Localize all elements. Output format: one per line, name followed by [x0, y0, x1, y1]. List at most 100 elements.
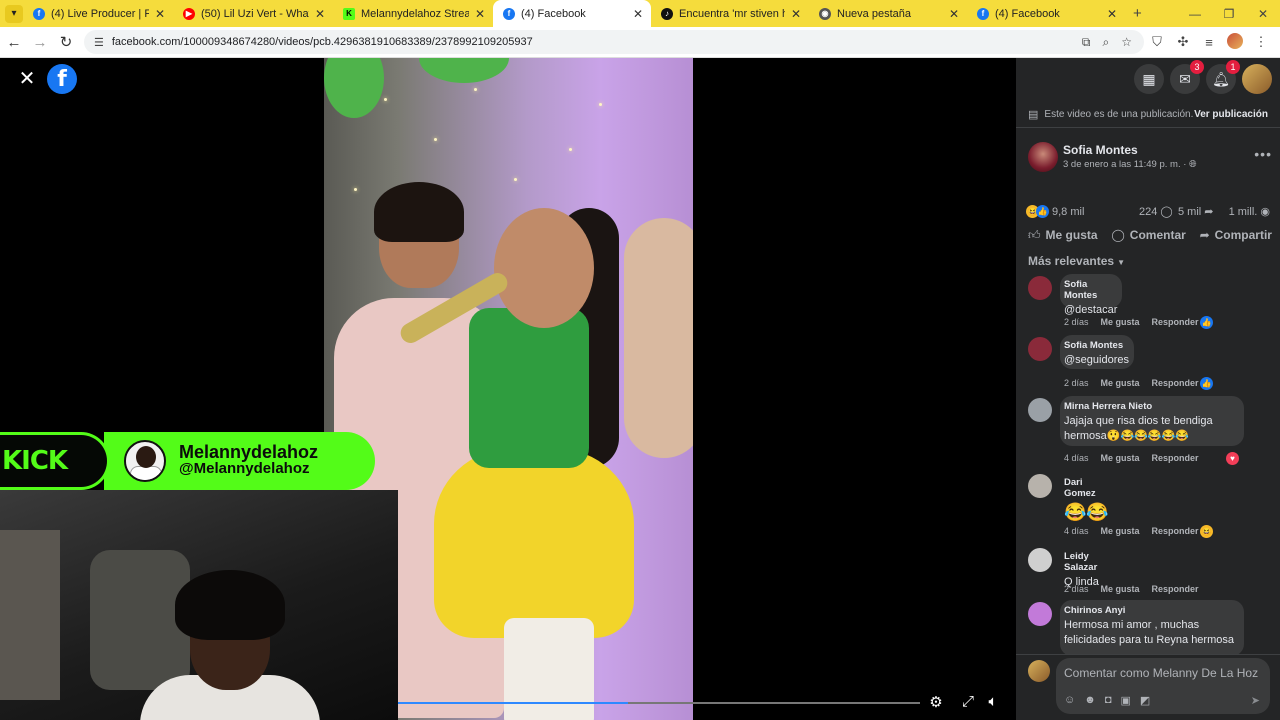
extensions-puzzle-icon[interactable]: ✣: [1170, 34, 1196, 50]
more-options-icon[interactable]: •••: [1254, 146, 1272, 162]
account-avatar[interactable]: [1242, 64, 1272, 94]
settings-gear-icon[interactable]: ⚙: [925, 693, 947, 711]
media-controls-icon[interactable]: ≡: [1196, 35, 1222, 50]
close-window-icon[interactable]: ✕: [1246, 7, 1280, 21]
close-tab-icon[interactable]: ✕: [315, 7, 325, 21]
facebook-logo-icon[interactable]: f: [47, 64, 77, 94]
commenter-avatar[interactable]: [1028, 602, 1052, 626]
comment-time[interactable]: 2 días: [1064, 378, 1089, 388]
comment-reply-button[interactable]: Responder: [1152, 317, 1199, 327]
install-app-icon[interactable]: ⧉: [1082, 35, 1091, 50]
sticker-icon[interactable]: ◩: [1140, 694, 1150, 707]
post-date[interactable]: 3 de enero a las 11:49 p. m. · 🌐︎: [1063, 159, 1197, 170]
comment-time[interactable]: 4 días: [1064, 526, 1089, 536]
comment-count[interactable]: 224 ◯: [1139, 205, 1173, 218]
fullscreen-icon[interactable]: ⤢: [957, 693, 979, 710]
volume-icon[interactable]: 🔈︎: [982, 693, 1004, 710]
comment-time[interactable]: 4 días: [1064, 453, 1089, 463]
like-button[interactable]: 👍︎ Me gusta: [1028, 228, 1098, 246]
tab-search-button[interactable]: ▾: [5, 4, 23, 23]
comment-like-button[interactable]: Me gusta: [1101, 317, 1140, 327]
comment-like-button[interactable]: Me gusta: [1101, 526, 1140, 536]
menu-grid-icon[interactable]: ▦: [1134, 64, 1164, 94]
forward-arrow-icon[interactable]: →: [28, 34, 52, 51]
comment-reply-button[interactable]: Responder: [1152, 453, 1199, 463]
close-tab-icon[interactable]: ✕: [1107, 7, 1117, 21]
girl-head: [494, 208, 594, 328]
close-tab-icon[interactable]: ✕: [155, 7, 165, 21]
share-button[interactable]: ➦ Compartir: [1200, 228, 1272, 246]
author-avatar[interactable]: [1028, 142, 1058, 172]
comment-like-button[interactable]: Me gusta: [1101, 584, 1140, 594]
close-tab-icon[interactable]: ✕: [633, 7, 643, 21]
commenter-name[interactable]: Sofia Montes: [1064, 340, 1125, 351]
minimize-icon[interactable]: —: [1178, 7, 1212, 21]
commenter-name[interactable]: Leidy Salazar: [1064, 551, 1123, 573]
commenter-avatar[interactable]: [1028, 474, 1052, 498]
camera-icon[interactable]: ◘: [1105, 694, 1112, 707]
restore-icon[interactable]: ❐: [1212, 7, 1246, 21]
back-arrow-icon[interactable]: ←: [2, 34, 26, 51]
reactions-summary[interactable]: 😆👍 9,8 mil: [1026, 205, 1084, 218]
emoji-icon[interactable]: ☻: [1084, 694, 1096, 707]
commenter-avatar[interactable]: [1028, 276, 1052, 300]
browser-tab[interactable]: K Melannydelahoz Stream - Watch ✕: [333, 0, 493, 27]
commenter-avatar[interactable]: [1028, 398, 1052, 422]
comment-input[interactable]: Comentar como Melanny De La Hoz ☺ ☻ ◘ ▣ …: [1056, 658, 1270, 714]
send-icon[interactable]: ➤: [1251, 694, 1260, 707]
tab-title: Nueva pestaña: [837, 7, 911, 20]
commenter-avatar[interactable]: [1028, 337, 1052, 361]
bell-icon[interactable]: 🔔︎ 1: [1206, 60, 1240, 94]
view-post-link[interactable]: Ver publicación: [1194, 109, 1268, 120]
commenter-avatar[interactable]: [1028, 548, 1052, 572]
profile-avatar[interactable]: [1222, 32, 1248, 52]
avatar-sticker-icon[interactable]: ☺: [1064, 694, 1075, 707]
post-author: Sofia Montes 3 de enero a las 11:49 p. m…: [1028, 142, 1272, 174]
shield-icon[interactable]: ⛉: [1144, 34, 1170, 50]
close-tab-icon[interactable]: ✕: [949, 7, 959, 21]
url-text[interactable]: facebook.com/100009348674280/videos/pcb.…: [112, 36, 1082, 48]
kick-streamer-banner: Melannydelahoz @Melannydelahoz KICK: [0, 432, 375, 490]
address-bar[interactable]: ☰ facebook.com/100009348674280/videos/pc…: [84, 30, 1144, 54]
composer-tools: ☺ ☻ ◘ ▣ ◩: [1064, 694, 1159, 707]
video-progress-bar[interactable]: [398, 702, 920, 704]
comment-list: Sofia Montes @destacar 2 días Me gusta Res…: [1016, 274, 1280, 654]
share-count[interactable]: 5 mil ➦: [1178, 205, 1214, 218]
kebab-menu-icon[interactable]: ⋮: [1248, 34, 1274, 50]
kick-icon: K: [343, 7, 355, 20]
browser-tab[interactable]: f (4) Live Producer | Facebook ✕: [23, 0, 173, 27]
new-tab-icon[interactable]: +: [1133, 5, 1142, 22]
browser-tab[interactable]: ♪ Encuentra 'mr stiven habla de... ✕: [651, 0, 809, 27]
browser-tab-active[interactable]: f (4) Facebook ✕: [493, 0, 651, 27]
browser-tab[interactable]: ▶ (50) Lil Uzi Vert - What You Say ✕: [173, 0, 333, 27]
comment-reply-button[interactable]: Responder: [1152, 378, 1199, 388]
close-icon[interactable]: ✕: [16, 68, 38, 90]
girl-top: [469, 308, 589, 468]
chrome-icon: ◉: [819, 7, 831, 20]
comment-like-button[interactable]: Me gusta: [1101, 378, 1140, 388]
gif-icon[interactable]: ▣: [1120, 694, 1130, 707]
browser-tab[interactable]: ◉ Nueva pestaña ✕: [809, 0, 967, 27]
comment-time[interactable]: 2 días: [1064, 584, 1089, 594]
youtube-icon: ▶: [183, 7, 195, 20]
author-name[interactable]: Sofia Montes: [1063, 143, 1138, 157]
commenter-name[interactable]: Chirinos Anyi: [1064, 605, 1235, 616]
site-info-icon[interactable]: ☰: [94, 36, 104, 49]
commenter-name[interactable]: Dari Gomez: [1064, 477, 1115, 499]
close-tab-icon[interactable]: ✕: [475, 7, 485, 21]
comment-reply-button[interactable]: Responder: [1152, 526, 1199, 536]
zoom-icon[interactable]: ⌕: [1103, 35, 1110, 50]
bookmark-star-icon[interactable]: ☆: [1121, 35, 1132, 49]
view-count: 1 mill. ◉: [1229, 205, 1270, 218]
comment-sort-dropdown[interactable]: Más relevantes ▼: [1028, 254, 1125, 268]
commenter-name[interactable]: Sofia Montes: [1064, 279, 1113, 301]
comment-time[interactable]: 2 días: [1064, 317, 1089, 327]
browser-tab[interactable]: f (4) Facebook ✕: [967, 0, 1125, 27]
comment-button[interactable]: ◯ Comentar: [1111, 228, 1185, 246]
comment-reply-button[interactable]: Responder: [1152, 584, 1199, 594]
messenger-icon[interactable]: ✉ 3: [1170, 60, 1204, 94]
reload-icon[interactable]: ↻: [54, 33, 78, 51]
comment-like-button[interactable]: Me gusta: [1101, 453, 1140, 463]
commenter-name[interactable]: Mirna Herrera Nieto: [1064, 401, 1235, 412]
close-tab-icon[interactable]: ✕: [791, 7, 801, 21]
